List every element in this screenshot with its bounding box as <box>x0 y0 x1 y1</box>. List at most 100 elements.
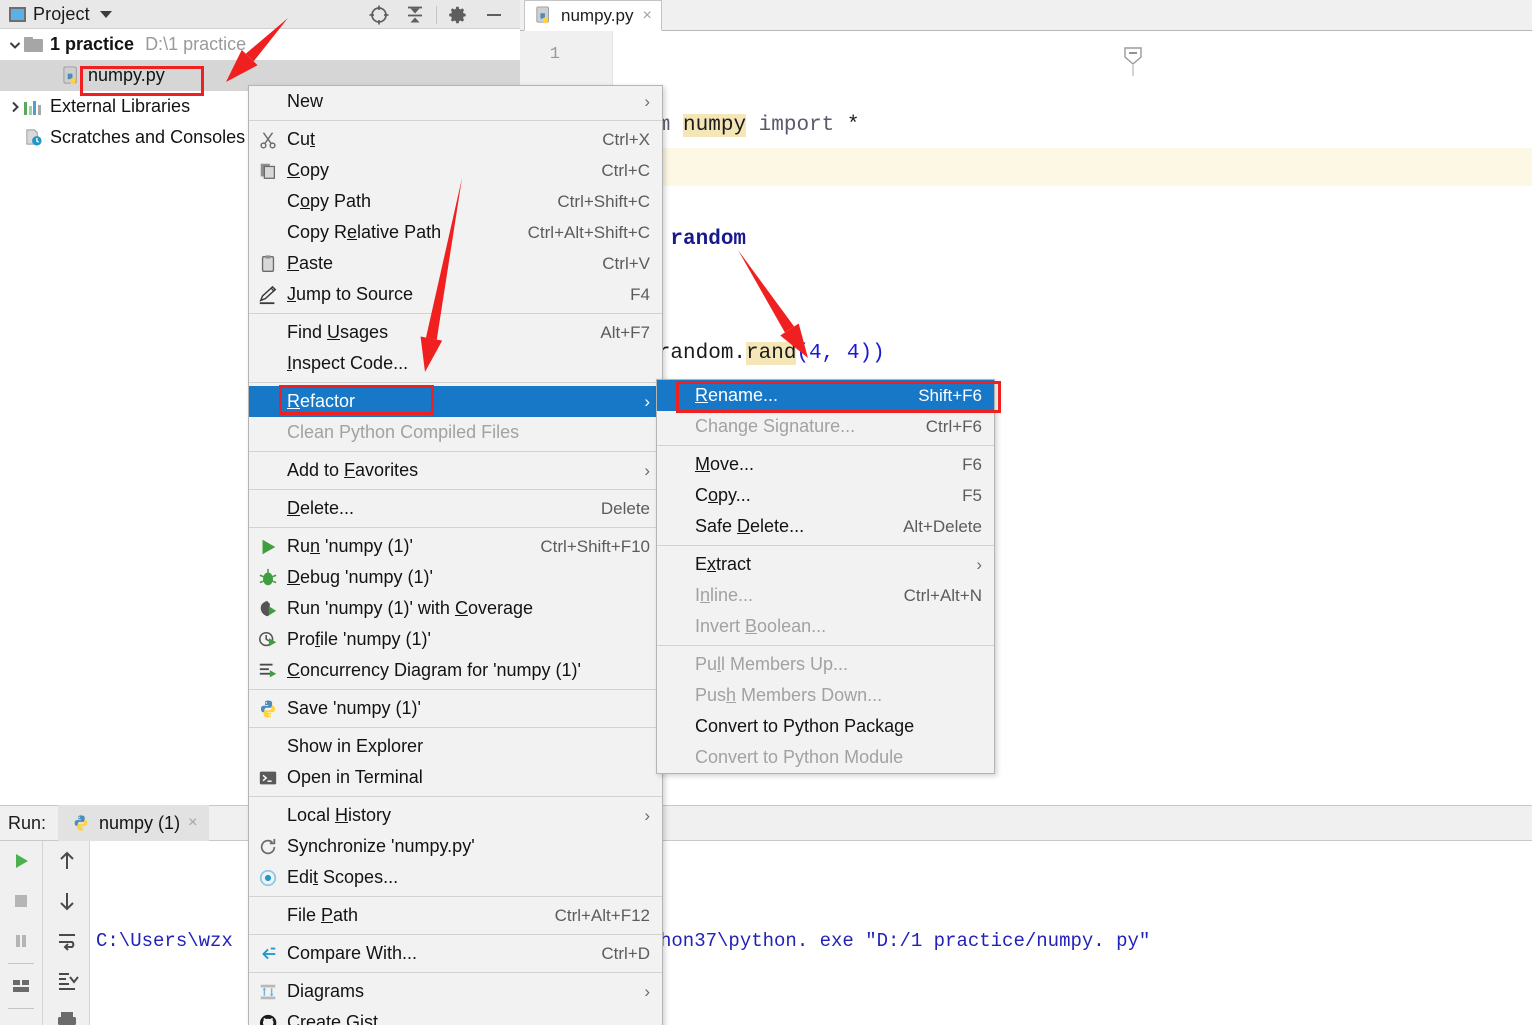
menu-item-label: Open in Terminal <box>287 767 423 787</box>
run-tool-window: Run: numpy (1) × C:\Users\wzx hon37\pyth… <box>0 805 1532 1025</box>
menu-item-create-gist[interactable]: Create Gist... <box>249 1007 662 1025</box>
tree-item-label: 1 practice <box>50 34 135 54</box>
menu-item-shortcut: Alt+Delete <box>903 516 982 536</box>
menu-item-run-numpy-1-with-coverage[interactable]: Run 'numpy (1)' with Coverage <box>249 593 662 624</box>
menu-item-move[interactable]: Move... F6 <box>657 449 994 480</box>
chevron-right-icon: › <box>644 460 650 480</box>
menu-item-shortcut: Delete <box>600 498 650 518</box>
menu-item-convert-to-python-package[interactable]: Convert to Python Package <box>657 711 994 742</box>
tree-item-practice[interactable]: 1 practice D:\1 practice <box>0 29 520 60</box>
menu-item-compare-with[interactable]: Compare With... Ctrl+D <box>249 938 662 969</box>
menu-item-jump-to-source[interactable]: Jump to Source F4 <box>249 279 662 310</box>
menu-item-label: Refactor <box>287 391 356 411</box>
locate-icon[interactable] <box>361 0 397 29</box>
menu-item-label: Change Signature... <box>695 416 856 436</box>
soft-wrap-icon[interactable] <box>43 921 90 961</box>
pause-icon[interactable] <box>0 921 42 961</box>
menu-item-show-in-explorer[interactable]: Show in Explorer <box>249 731 662 762</box>
stop-icon[interactable] <box>0 881 42 921</box>
menu-item-paste[interactable]: Paste Ctrl+V <box>249 248 662 279</box>
run-toolbar-second <box>42 841 90 1025</box>
chevron-right-icon: › <box>644 391 650 411</box>
rerun-icon[interactable] <box>0 841 42 881</box>
print-icon[interactable] <box>43 1001 90 1025</box>
menu-item-label: Inline... <box>695 585 754 605</box>
scroll-to-end-icon[interactable] <box>43 961 90 1001</box>
toolbar-divider <box>8 963 34 964</box>
chevron-expanded-icon[interactable] <box>6 38 24 52</box>
run-icon <box>257 536 279 558</box>
menu-item-cut[interactable]: Cut Ctrl+X <box>249 124 662 155</box>
menu-item-rename[interactable]: Rename... Shift+F6 <box>657 380 994 411</box>
menu-item-label: Safe Delete... <box>695 516 805 536</box>
menu-item-label: Cut <box>287 129 316 149</box>
menu-item-shortcut: Ctrl+F6 <box>925 416 982 436</box>
menu-item-label: Save 'numpy (1)' <box>287 698 421 718</box>
menu-item-extract[interactable]: Extract › <box>657 549 994 580</box>
menu-item-file-path[interactable]: File Path Ctrl+Alt+F12 <box>249 900 662 931</box>
menu-item-diagrams[interactable]: Diagrams › <box>249 976 662 1007</box>
close-icon[interactable]: × <box>642 7 651 25</box>
menu-item-label: Run 'numpy (1)' <box>287 536 413 556</box>
menu-separator <box>249 727 662 728</box>
console-command-suffix: hon37\python. exe "D:/1 practice/numpy. … <box>660 930 1151 952</box>
menu-item-synchronize-numpy-py[interactable]: Synchronize 'numpy.py' <box>249 831 662 862</box>
menu-item-local-history[interactable]: Local History › <box>249 800 662 831</box>
menu-item-copy[interactable]: Copy... F5 <box>657 480 994 511</box>
chevron-down-icon[interactable] <box>99 10 112 18</box>
menu-item-safe-delete[interactable]: Safe Delete... Alt+Delete <box>657 511 994 542</box>
collapse-all-icon[interactable] <box>397 0 433 29</box>
code-module-numpy: numpy <box>683 114 747 137</box>
diagrams-icon <box>257 981 279 1003</box>
editor-tab-numpy-py[interactable]: numpy.py × <box>524 0 662 31</box>
chevron-collapsed-icon[interactable] <box>6 100 24 114</box>
run-tab-numpy[interactable]: numpy (1) × <box>58 805 210 841</box>
menu-item-label: Convert to Python Package <box>695 716 915 736</box>
menu-item-copy-path[interactable]: Copy Path Ctrl+Shift+C <box>249 186 662 217</box>
menu-item-save-numpy-1[interactable]: Save 'numpy (1)' <box>249 693 662 724</box>
concurrency-icon <box>257 660 279 682</box>
compare-icon <box>257 943 279 965</box>
menu-item-convert-to-python-module: Convert to Python Module <box>657 742 994 773</box>
scopes-icon <box>257 867 279 889</box>
menu-item-shortcut: Ctrl+Shift+C <box>557 191 650 211</box>
menu-item-profile-numpy-1[interactable]: Profile 'numpy (1)' <box>249 624 662 655</box>
menu-item-copy[interactable]: Copy Ctrl+C <box>249 155 662 186</box>
menu-item-add-to-favorites[interactable]: Add to Favorites › <box>249 455 662 486</box>
down-arrow-icon[interactable] <box>43 881 90 921</box>
chevron-right-icon: › <box>644 981 650 1001</box>
menu-item-find-usages[interactable]: Find Usages Alt+F7 <box>249 317 662 348</box>
file-context-menu: New › Cut Ctrl+X Copy Ctrl+C Copy Path Ctrl+Shi… <box>248 85 663 1025</box>
menu-item-debug-numpy-1[interactable]: Debug 'numpy (1)' <box>249 562 662 593</box>
menu-item-label: Show in Explorer <box>287 736 424 756</box>
menu-item-refactor[interactable]: Refactor › <box>249 386 662 417</box>
project-window-icon <box>9 6 26 22</box>
layout-icon[interactable] <box>0 966 42 1006</box>
close-icon[interactable]: × <box>188 814 197 832</box>
up-arrow-icon[interactable] <box>43 841 90 881</box>
gear-icon[interactable] <box>440 0 476 29</box>
menu-item-delete[interactable]: Delete... Delete <box>249 493 662 524</box>
menu-item-label: Local History <box>287 805 392 825</box>
python-icon <box>257 698 279 720</box>
menu-item-edit-scopes[interactable]: Edit Scopes... <box>249 862 662 893</box>
menu-item-invert-boolean: Invert Boolean... <box>657 611 994 642</box>
project-title: Project <box>33 3 90 24</box>
menu-item-open-in-terminal[interactable]: Open in Terminal <box>249 762 662 793</box>
line-number: 1 <box>549 45 560 64</box>
menu-item-push-members-down: Push Members Down... <box>657 680 994 711</box>
menu-item-shortcut: F4 <box>630 284 650 304</box>
menu-item-copy-relative-path[interactable]: Copy Relative Path Ctrl+Alt+Shift+C <box>249 217 662 248</box>
pencil-icon <box>257 284 279 306</box>
tree-item-label: numpy.py <box>88 65 165 85</box>
minimize-icon[interactable] <box>476 0 512 29</box>
menu-item-inspect-code[interactable]: Inspect Code... <box>249 348 662 379</box>
menu-item-label: Paste <box>287 253 334 273</box>
menu-item-new[interactable]: New › <box>249 86 662 117</box>
menu-item-concurrency-diagram-for-numpy-1[interactable]: Concurrency Diagram for 'numpy (1)' <box>249 655 662 686</box>
menu-item-shortcut: Ctrl+Alt+F12 <box>554 905 650 925</box>
project-title-group[interactable]: Project <box>0 4 112 25</box>
menu-item-label: Synchronize 'numpy.py' <box>287 836 475 856</box>
clipboard-icon <box>257 253 279 275</box>
menu-item-run-numpy-1[interactable]: Run 'numpy (1)' Ctrl+Shift+F10 <box>249 531 662 562</box>
